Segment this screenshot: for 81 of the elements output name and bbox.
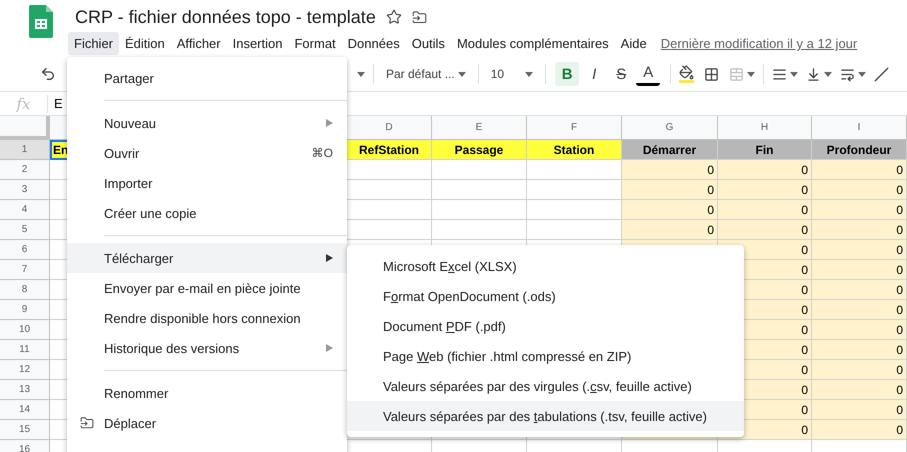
table-cell: 0 [812,300,907,320]
italic-button[interactable]: I [582,62,606,86]
font-size-dropdown[interactable]: 10 [486,67,537,81]
menu-item[interactable]: Format [288,32,342,55]
table-header-cell: RefStation [347,140,432,160]
menu-item[interactable]: Ouvrir ⌘O [67,138,347,168]
formula-field[interactable]: E [48,96,63,111]
table-cell: 0 [622,200,718,220]
row-header[interactable]: 15 [0,420,50,440]
table-cell: 0 [718,220,812,240]
row-header[interactable]: 9 [0,300,50,320]
menu-item[interactable]: Partager [67,63,347,93]
menu-item[interactable]: Télécharger [67,243,347,273]
row-header[interactable]: 3 [0,180,50,200]
table-cell: 0 [718,200,812,220]
row-header[interactable]: 16 [0,440,50,452]
row-header[interactable]: 2 [0,160,50,180]
color-button[interactable]: A [636,62,660,86]
menu-item[interactable]: Édition [119,32,171,55]
table-cell: 0 [812,380,907,400]
column-header[interactable]: F [527,116,622,140]
table-cell: 0 [812,400,907,420]
table-cell: 0 [812,360,907,380]
row-header[interactable]: 13 [0,380,50,400]
row-header[interactable]: 6 [0,240,50,260]
menu-item[interactable]: Insertion [226,32,288,55]
table-cell: 0 [812,340,907,360]
menu-item[interactable]: Historique des versions [67,333,347,363]
menu-item[interactable]: Fichier [68,32,120,55]
table-cell: 0 [622,220,718,240]
table-cell: 0 [812,160,907,180]
menu-item[interactable]: Valeurs séparées par des tabulations (.tsv, feuille active) [347,401,744,431]
table-cell: 0 [718,160,812,180]
table-cell: 0 [812,320,907,340]
column-header[interactable]: D [347,116,432,140]
column-header[interactable]: H [718,116,812,140]
table-header-cell: Passage [432,140,527,160]
row-header[interactable]: 14 [0,400,50,420]
menu-item[interactable]: Données [342,32,406,55]
menu-item[interactable]: Envoyer par e-mail en pièce jointe [67,273,347,303]
row-header[interactable]: 12 [0,360,50,380]
row-header[interactable]: 10 [0,320,50,340]
row-header[interactable]: 11 [0,340,50,360]
column-header[interactable]: G [622,116,718,140]
menu-item[interactable]: Afficher [170,32,227,55]
menu-item[interactable]: Renommer [67,378,347,408]
table-cell: 0 [812,420,907,440]
table-cell: 0 [622,160,718,180]
table-cell: 0 [812,220,907,240]
bold-button[interactable]: B [555,62,580,86]
menu-item[interactable]: Importer [67,168,347,198]
table-cell: 0 [812,280,907,300]
row-header[interactable]: 1 [0,140,50,160]
menu-item[interactable]: Rendre disponible hors connexion [67,303,347,333]
table-cell: 0 [718,180,812,200]
menu-item[interactable]: Nouveau [67,108,347,138]
column-header[interactable]: I [812,116,907,140]
column-header[interactable]: E [432,116,527,140]
menu-item[interactable]: Déplacer [67,408,347,438]
menu-item[interactable]: Modules complémentaires [450,32,615,55]
row-header[interactable]: 5 [0,220,50,240]
table-header-cell: Fin [718,140,812,160]
menu-item[interactable]: Outils [406,32,451,55]
table-header-cell: Profondeur [812,140,907,160]
menu-item[interactable]: Aide [614,32,653,55]
row-header[interactable]: 4 [0,200,50,220]
row-header[interactable]: 8 [0,280,50,300]
font-dropdown[interactable]: Par défaut ... [382,67,470,81]
table-cell: 0 [812,200,907,220]
formula-label: fx [0,94,48,112]
table-cell: 0 [812,260,907,280]
row-header[interactable]: 7 [0,260,50,280]
table-cell: 0 [812,180,907,200]
document-title[interactable]: CRP - fichier données topo - template [75,6,376,28]
table-cell: 0 [812,240,907,260]
table-cell: 0 [622,180,718,200]
table-header-cell: Démarrer [622,140,718,160]
table-header-cell: Station [527,140,622,160]
menu-item[interactable]: Créer une copie [67,198,347,228]
last-modified-link[interactable]: Dernière modification il y a 12 jour [660,36,858,51]
strike-button[interactable]: S [609,62,634,86]
